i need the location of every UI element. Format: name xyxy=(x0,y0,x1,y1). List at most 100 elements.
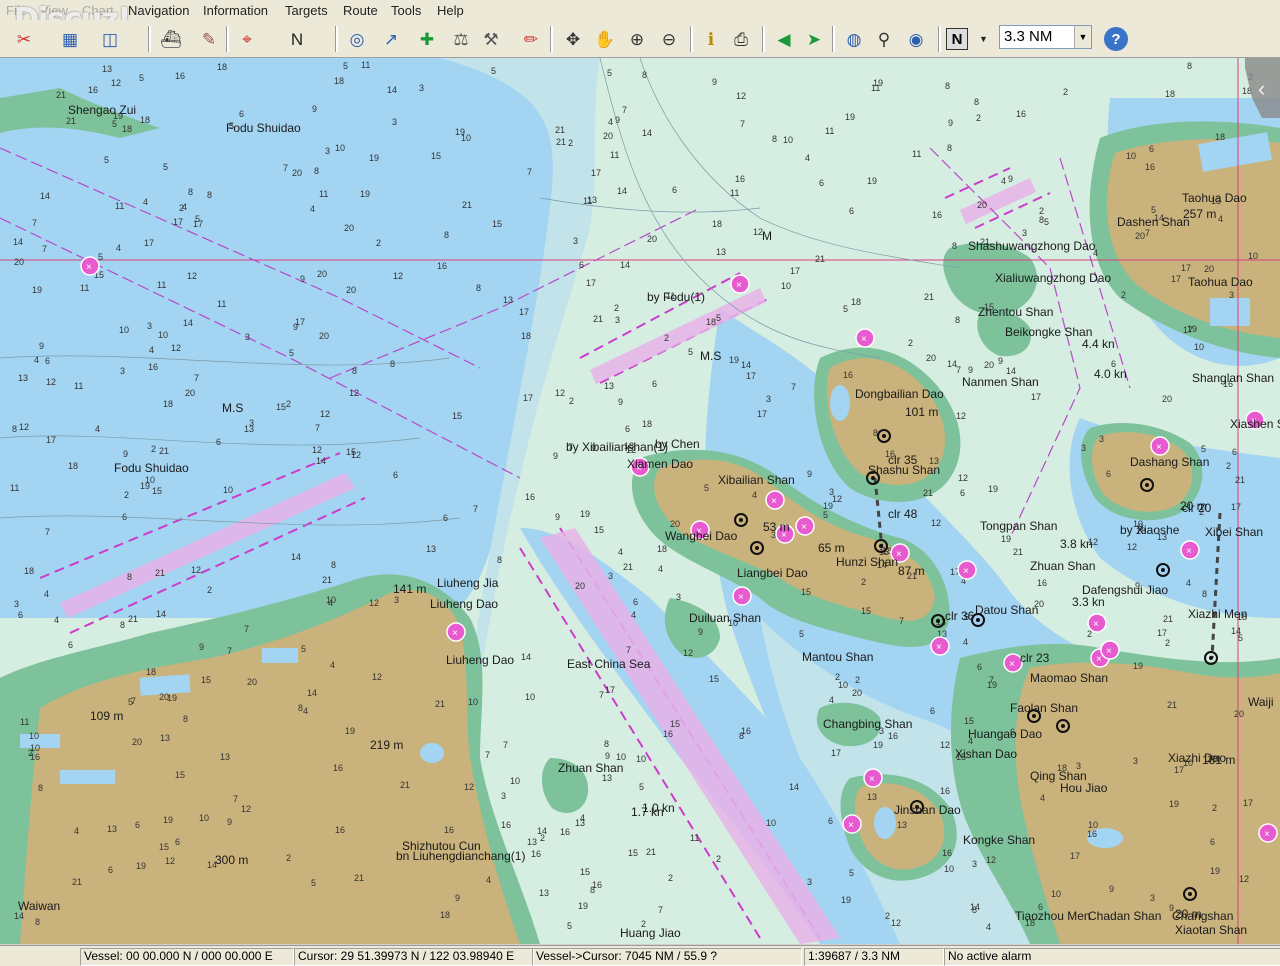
vessel-icon[interactable]: ⛴ xyxy=(157,25,185,53)
sounding: 11 xyxy=(115,201,124,211)
zoom-in-icon[interactable]: ⊕ xyxy=(623,25,651,53)
sounding: 20 xyxy=(852,688,862,698)
menu-navigation[interactable]: Navigation xyxy=(128,3,189,18)
sounding: 15 xyxy=(346,447,356,457)
sounding: 18 xyxy=(1165,89,1175,99)
spot-height: 300 m xyxy=(215,853,248,867)
sounding: 3 xyxy=(1081,443,1086,453)
sounding: 19 xyxy=(345,726,355,736)
chevron-down-icon[interactable]: ▼ xyxy=(1074,26,1091,48)
sounding: 8 xyxy=(38,783,43,793)
toolbar-separator xyxy=(335,26,338,52)
sounding: 8 xyxy=(1187,61,1192,71)
sounding: 17 xyxy=(1070,851,1080,861)
sounding: 21 xyxy=(66,116,76,126)
info-icon[interactable]: ℹ xyxy=(697,25,725,53)
menu-tools[interactable]: Tools xyxy=(391,3,421,18)
chart-edit-icon[interactable]: ✎ xyxy=(195,25,223,53)
sounding: 12 xyxy=(958,473,968,483)
menu-information[interactable]: Information xyxy=(203,3,268,18)
sounding: 2 xyxy=(885,911,890,921)
sounding: 7 xyxy=(283,163,288,173)
sounding: 16 xyxy=(501,820,511,830)
sounding: 9 xyxy=(998,356,1003,366)
green-arrow-icon[interactable]: ◀ xyxy=(770,25,798,53)
sounding: 2 xyxy=(569,396,574,406)
sounding: 4 xyxy=(1218,214,1223,224)
sounding: 4 xyxy=(805,153,810,163)
sounding: 21 xyxy=(593,314,603,324)
sounding: 12 xyxy=(683,648,693,658)
sounding: 18 xyxy=(440,910,450,920)
menu-help[interactable]: Help xyxy=(437,3,464,18)
sounding: 7 xyxy=(244,624,249,634)
sounding: 16 xyxy=(148,362,158,372)
menu-targets[interactable]: Targets xyxy=(285,3,328,18)
ebl-icon[interactable]: ⚒ xyxy=(477,25,505,53)
sounding: 10 xyxy=(781,281,791,291)
sounding: 6 xyxy=(672,185,677,195)
spot-height: 219 m xyxy=(370,738,403,752)
world-icon[interactable]: ◉ xyxy=(902,25,930,53)
place-label: Zhuan Shan xyxy=(558,761,623,775)
sounding: 11 xyxy=(10,483,19,493)
ship-wrench-icon[interactable]: ✂ xyxy=(10,25,38,53)
sounding: 2 xyxy=(540,833,545,843)
sounding: 9 xyxy=(605,751,610,761)
pan-icon[interactable]: ✥ xyxy=(559,25,587,53)
orientation-button[interactable]: N xyxy=(946,28,968,50)
sounding: 15 xyxy=(159,842,169,852)
north-arrow-icon[interactable]: N xyxy=(283,25,311,53)
track-icon[interactable]: ⌖ xyxy=(233,25,261,53)
sounding: 13 xyxy=(539,888,549,898)
sounding: 4 xyxy=(580,813,585,823)
target-circle-icon[interactable]: ◎ xyxy=(343,25,371,53)
place-label: Duiluan Shan xyxy=(689,611,761,625)
sounding: 8 xyxy=(497,555,502,565)
place-label: Kongke Shan xyxy=(963,833,1035,847)
sounding: 7 xyxy=(32,218,37,228)
sounding: 9 xyxy=(227,817,232,827)
sounding: 8 xyxy=(955,315,960,325)
sounding: 20 xyxy=(292,168,302,178)
sounding: 8 xyxy=(945,81,950,91)
sounding: 20 xyxy=(319,331,329,341)
layers-icon[interactable]: ◫ xyxy=(96,25,124,53)
place-label: by Xiaoshe xyxy=(1120,523,1180,537)
light-marker-dot xyxy=(936,619,940,623)
globe-icon[interactable]: ◍ xyxy=(840,25,868,53)
direction-arrow-icon[interactable]: ↗ xyxy=(377,25,405,53)
measure-icon[interactable]: ⚖ xyxy=(447,25,475,53)
sounding: 11 xyxy=(20,717,29,727)
print-icon[interactable]: ⎙ xyxy=(727,25,755,53)
sounding: 9 xyxy=(615,115,620,125)
add-waypoint-icon[interactable]: ✚ xyxy=(413,25,441,53)
place-label: Jinshan Dao xyxy=(894,803,961,817)
spot-height: 181 m xyxy=(1202,753,1235,767)
sounding: 16 xyxy=(531,849,541,859)
zoom-out-icon[interactable]: ⊖ xyxy=(655,25,683,53)
nautical-chart[interactable]: 4 12 13 17 11 5 5 21 21 13 5 6 5 9 6 6 17 6 2 14 10 18 7 4 19 19 1… xyxy=(0,58,1280,944)
sounding: 16 xyxy=(1145,162,1155,172)
chevron-down-icon[interactable]: ▼ xyxy=(979,34,988,44)
toolbar: ✂ ▦ ◫ ⛴ ✎ ⌖ N ◎ ↗ ✚ ⚖ ⚒ ✏ ✥ ✋ ⊕ ⊖ ℹ ⎙ ◀ ➤ ◍ ⚲ ◉ N ▼ 3.3 NM ▼ ? xyxy=(0,20,1280,58)
zoom-select[interactable]: 3.3 NM ▼ xyxy=(999,25,1092,49)
antenna-icon[interactable]: ⚲ xyxy=(870,25,898,53)
sounding: 5 xyxy=(289,348,294,358)
pencil-icon[interactable]: ✏ xyxy=(517,25,545,53)
menu-route[interactable]: Route xyxy=(343,3,378,18)
sounding: 2 xyxy=(207,585,212,595)
cursor-arrow-icon[interactable]: ➤ xyxy=(800,25,828,53)
sounding: 4 xyxy=(486,875,491,885)
sounding: 6 xyxy=(239,109,244,119)
chart-open-icon[interactable]: ▦ xyxy=(56,25,84,53)
sounding: 3 xyxy=(766,394,771,404)
hand-icon[interactable]: ✋ xyxy=(591,25,619,53)
svg-text:‹: ‹ xyxy=(1258,76,1265,101)
sounding: 13 xyxy=(587,195,597,205)
sounding: 6 xyxy=(960,488,965,498)
sounding: 4 xyxy=(963,637,968,647)
sounding: 17 xyxy=(1183,325,1193,335)
help-button[interactable]: ? xyxy=(1104,27,1128,51)
sounding: 16 xyxy=(1087,829,1097,839)
